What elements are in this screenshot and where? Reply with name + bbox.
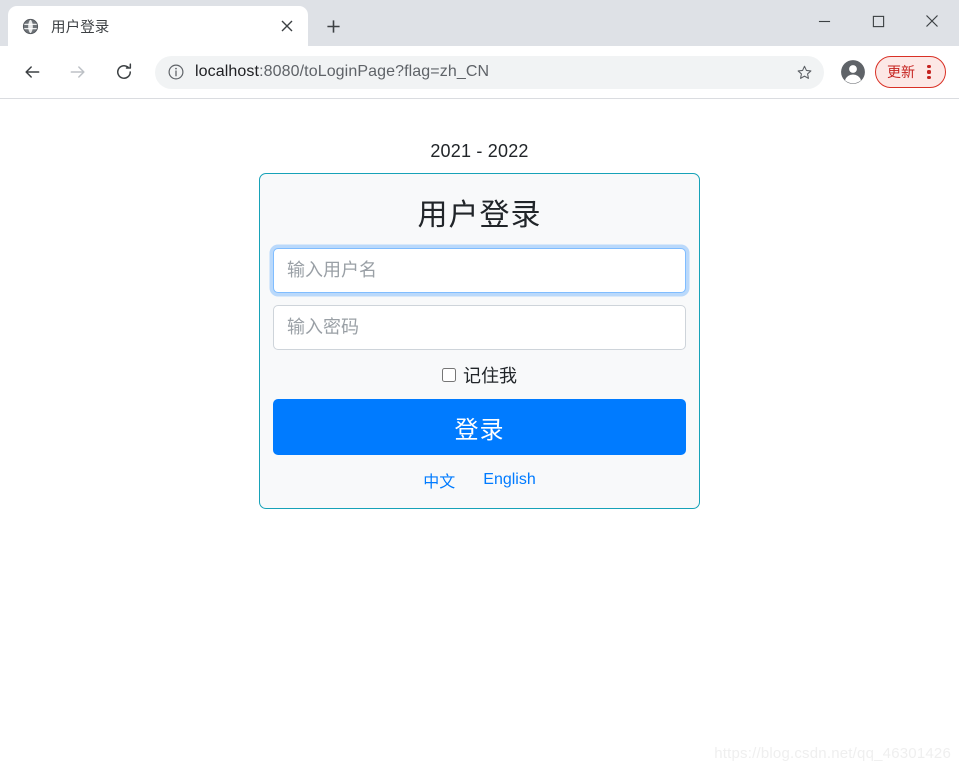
browser-tab-active[interactable]: 用户登录 — [8, 6, 308, 46]
window-minimize-button[interactable] — [797, 0, 851, 42]
url-path: :8080/toLoginPage?flag=zh_CN — [259, 63, 490, 80]
globe-icon — [22, 18, 39, 34]
language-link-english[interactable]: English — [483, 471, 535, 489]
bookmark-star-icon[interactable] — [790, 58, 818, 86]
watermark-text: https://blog.csdn.net/qq_46301426 — [714, 745, 951, 762]
tab-title: 用户登录 — [51, 19, 110, 36]
profile-button[interactable] — [836, 55, 870, 89]
reload-icon — [117, 63, 132, 79]
forward-arrow-icon — [70, 66, 85, 78]
page-viewport: 2021 - 2022 用户登录 记住我 登录 中文 English https… — [0, 99, 959, 770]
language-link-chinese[interactable]: 中文 — [423, 468, 455, 492]
address-bar[interactable]: localhost:8080/toLoginPage?flag=zh_CN — [155, 55, 824, 89]
update-button-label: 更新 — [887, 64, 915, 80]
plus-icon — [326, 19, 340, 33]
password-input[interactable] — [273, 305, 686, 350]
url-host: localhost — [195, 63, 260, 80]
tab-strip: 用户登录 — [0, 0, 959, 46]
language-links: 中文 English — [273, 468, 686, 492]
remember-me-label: 记住我 — [463, 366, 517, 386]
login-card: 用户登录 记住我 登录 中文 English — [259, 173, 700, 509]
address-bar-text: localhost:8080/toLoginPage?flag=zh_CN — [195, 63, 790, 81]
window-close-button[interactable] — [905, 0, 959, 42]
info-circle-icon[interactable] — [167, 63, 185, 81]
window-controls — [797, 0, 959, 42]
update-button[interactable]: 更新 — [875, 56, 946, 88]
forward-button[interactable] — [61, 55, 95, 89]
three-dot-menu-icon[interactable] — [921, 62, 937, 82]
tab-close-icon[interactable] — [276, 15, 298, 37]
remember-me-row: 记住我 — [273, 362, 686, 388]
username-input[interactable] — [273, 248, 686, 293]
back-arrow-icon — [25, 66, 40, 78]
login-submit-button[interactable]: 登录 — [273, 399, 686, 455]
browser-window: 用户登录 localhost:8080/toLoginPage?flag=zh_… — [0, 0, 959, 771]
remember-me-checkbox[interactable] — [442, 368, 456, 382]
browser-toolbar: localhost:8080/toLoginPage?flag=zh_CN 更新 — [0, 46, 959, 99]
new-tab-button[interactable] — [318, 11, 348, 41]
page-heading: 2021 - 2022 — [430, 141, 529, 161]
login-card-title: 用户登录 — [417, 199, 542, 232]
window-maximize-button[interactable] — [851, 0, 905, 42]
back-button[interactable] — [15, 55, 49, 89]
reload-button[interactable] — [107, 55, 141, 89]
account-avatar-icon — [841, 60, 865, 84]
